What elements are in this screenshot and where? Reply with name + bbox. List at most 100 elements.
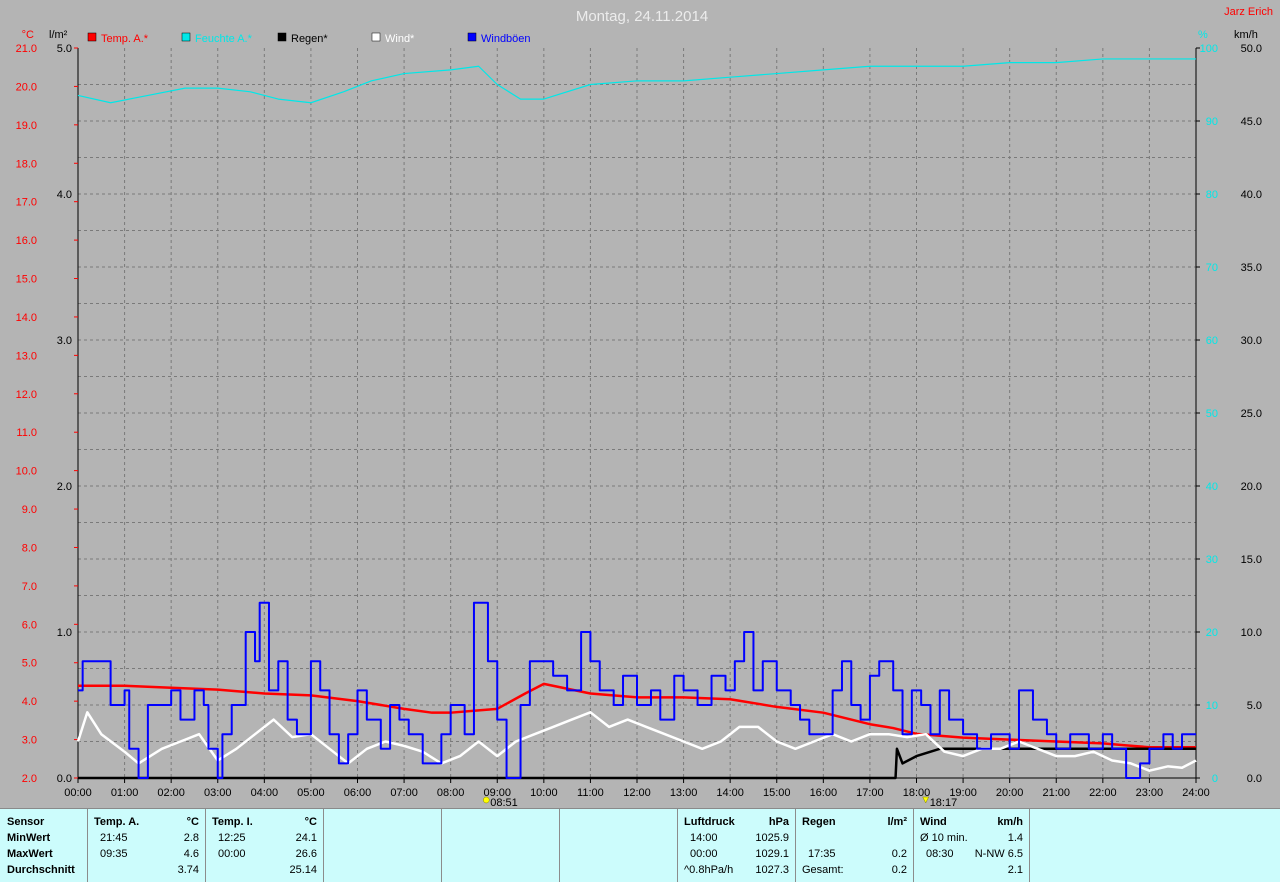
temp-tick-label: 13.0 bbox=[16, 350, 37, 362]
pressure-min-value: 1025.9 bbox=[755, 832, 789, 844]
x-tick-label: 04:00 bbox=[251, 787, 279, 799]
wind-tick-label: 5.0 bbox=[1247, 700, 1262, 712]
pressure-column: Luftdruck hPa 14:00 1025.9 00:00 1029.1 … bbox=[678, 809, 796, 882]
rain-tick-label: 4.0 bbox=[57, 189, 72, 201]
x-tick-label: 00:00 bbox=[64, 787, 92, 799]
temp-tick-label: 5.0 bbox=[22, 658, 37, 670]
temp-tick-label: 14.0 bbox=[16, 312, 37, 324]
temp-i-max-time: 00:00 bbox=[218, 848, 246, 860]
rain-tick-label: 2.0 bbox=[57, 481, 72, 493]
x-tick-label: 14:00 bbox=[716, 787, 744, 799]
temp-i-min-value: 24.1 bbox=[295, 832, 317, 844]
temp-axis-unit: °C bbox=[22, 29, 34, 41]
humidity-tick-label: 20 bbox=[1206, 627, 1218, 639]
temp-tick-label: 10.0 bbox=[16, 466, 37, 478]
wind-tick-label: 30.0 bbox=[1241, 335, 1262, 347]
x-tick-label: 07:00 bbox=[390, 787, 418, 799]
pressure-max-value: 1029.1 bbox=[755, 848, 789, 860]
humidity-tick-label: 90 bbox=[1206, 116, 1218, 128]
wind-tick-label: 35.0 bbox=[1241, 262, 1262, 274]
sunrise-icon bbox=[483, 796, 490, 804]
x-tick-label: 11:00 bbox=[577, 787, 604, 799]
sunrise-time: 08:51 bbox=[490, 797, 518, 808]
x-tick-label: 03:00 bbox=[204, 787, 232, 799]
legend: Temp. A.* Feuchte A.* Regen* Wind* Windb… bbox=[87, 32, 531, 45]
rain-time: 17:35 bbox=[808, 848, 836, 860]
humidity-tick-label: 60 bbox=[1206, 335, 1218, 347]
temp-a-max-value: 4.6 bbox=[183, 848, 199, 860]
wind-avg-value: 1.4 bbox=[1007, 832, 1023, 844]
temp-indoor-column: Temp. I. °C 12:25 24.1 00:00 26.6 25.14 bbox=[206, 809, 324, 882]
rain-column: Regen l/m² 17:35 0.2 Gesamt: 0.2 bbox=[796, 809, 914, 882]
x-tick-label: 20:00 bbox=[996, 787, 1024, 799]
humidity-tick-label: 30 bbox=[1206, 554, 1218, 566]
sensor-header: Sensor bbox=[7, 816, 45, 828]
temp-tick-label: 3.0 bbox=[22, 735, 37, 747]
pressure-unit: hPa bbox=[768, 816, 789, 828]
x-tick-label: 13:00 bbox=[670, 787, 698, 799]
sunset-icon bbox=[922, 796, 930, 804]
x-tick-label: 15:00 bbox=[763, 787, 791, 799]
wind-tick-label: 45.0 bbox=[1241, 116, 1262, 128]
pressure-header: Luftdruck bbox=[684, 816, 735, 828]
temp-tick-label: 18.0 bbox=[16, 158, 37, 170]
rain-header: Regen bbox=[802, 816, 836, 828]
x-tick-label: 01:00 bbox=[111, 787, 139, 799]
wind-unit: km/h bbox=[997, 816, 1023, 828]
rain-total-label: Gesamt: bbox=[802, 864, 844, 876]
pressure-max-time: 00:00 bbox=[690, 848, 718, 860]
temp-a-header: Temp. A. bbox=[94, 816, 140, 828]
axis-ticks: 21.0 20.0 19.0 18.0 17.0 16.0 15.0 14.0 13.0 12.0… bbox=[16, 43, 1262, 799]
legend-label-gusts: Windböen bbox=[481, 33, 531, 45]
rain-value: 0.2 bbox=[891, 848, 907, 860]
rain-tick-label: 5.0 bbox=[57, 43, 72, 55]
temp-a-unit: °C bbox=[186, 816, 199, 828]
temp-tick-label: 8.0 bbox=[22, 542, 37, 554]
weather-chart: Montag, 24.11.2014 Jarz Erich °C l/m² % … bbox=[16, 6, 1273, 808]
pressure-min-time: 14:00 bbox=[690, 832, 718, 844]
rain-unit: l/m² bbox=[887, 816, 907, 828]
wind-tick-label: 20.0 bbox=[1241, 481, 1262, 493]
wind-tick-label: 0.0 bbox=[1247, 773, 1262, 785]
legend-label-humidity: Feuchte A.* bbox=[195, 33, 253, 45]
station-name: Jarz Erich bbox=[1224, 6, 1273, 18]
humidity-tick-label: 40 bbox=[1206, 481, 1218, 493]
sunset-time: 18:17 bbox=[930, 797, 958, 808]
temp-i-avg-value: 25.14 bbox=[289, 864, 317, 876]
x-tick-label: 16:00 bbox=[810, 787, 838, 799]
x-tick-label: 06:00 bbox=[344, 787, 372, 799]
wind-tick-label: 50.0 bbox=[1241, 43, 1262, 55]
legend-swatch-humidity bbox=[181, 32, 191, 42]
x-tick-label: 08:00 bbox=[437, 787, 465, 799]
wind-axis-unit: km/h bbox=[1234, 29, 1258, 41]
empty-column-1 bbox=[324, 809, 442, 882]
sensor-column: Sensor MinWert MaxWert Durchschnitt bbox=[0, 809, 88, 882]
maxwert-label: MaxWert bbox=[7, 848, 53, 860]
temp-tick-label: 21.0 bbox=[16, 43, 37, 55]
rain-tick-label: 3.0 bbox=[57, 335, 72, 347]
rain-total-value: 0.2 bbox=[891, 864, 907, 876]
x-tick-label: 22:00 bbox=[1089, 787, 1117, 799]
legend-swatch-gusts bbox=[467, 32, 477, 42]
humidity-tick-label: 50 bbox=[1206, 408, 1218, 420]
wind-mean-value: 2.1 bbox=[1007, 864, 1023, 876]
humidity-tick-label: 80 bbox=[1206, 189, 1218, 201]
temp-i-min-time: 12:25 bbox=[218, 832, 246, 844]
summary-panel: Sensor MinWert MaxWert Durchschnitt Temp… bbox=[0, 808, 1280, 882]
durchschnitt-label: Durchschnitt bbox=[7, 864, 75, 876]
wind-column: Wind km/h Ø 10 min. 1.4 08:30 N-NW 6.5 2… bbox=[914, 809, 1030, 882]
pressure-trend-label: ^0.8hPa/h bbox=[684, 864, 734, 876]
temp-tick-label: 11.0 bbox=[16, 427, 37, 439]
empty-column-2 bbox=[442, 809, 560, 882]
temp-tick-label: 12.0 bbox=[16, 389, 37, 401]
rain-tick-label: 0.0 bbox=[57, 773, 72, 785]
wind-tick-label: 40.0 bbox=[1241, 189, 1262, 201]
temp-i-unit: °C bbox=[304, 816, 317, 828]
rain-tick-label: 1.0 bbox=[57, 627, 72, 639]
x-tick-label: 23:00 bbox=[1136, 787, 1164, 799]
temp-tick-label: 16.0 bbox=[16, 235, 37, 247]
humidity-tick-label: 10 bbox=[1206, 700, 1218, 712]
temp-tick-label: 19.0 bbox=[16, 120, 37, 132]
pressure-trend-value: 1027.3 bbox=[755, 864, 789, 876]
x-tick-label: 24:00 bbox=[1182, 787, 1210, 799]
